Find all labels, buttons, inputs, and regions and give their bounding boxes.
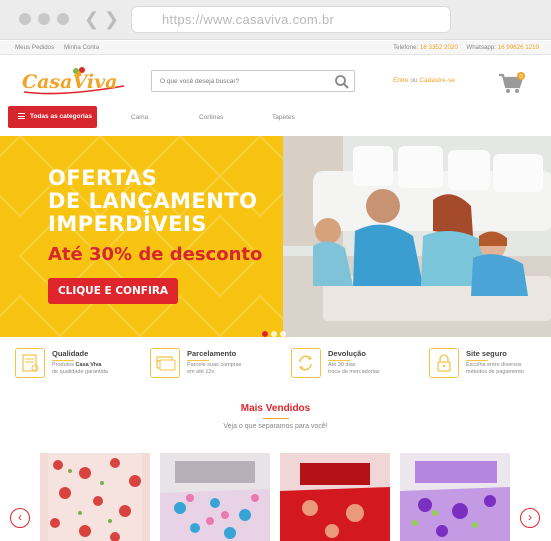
login-register: Entre ou Cadastre-se (393, 77, 455, 84)
login-link[interactable]: Entre (393, 77, 409, 84)
product-card[interactable] (280, 453, 390, 541)
svg-text:CasaViva: CasaViva (22, 71, 117, 93)
menu-icon (18, 113, 25, 120)
all-categories-label: Todas as categorias (30, 113, 93, 120)
search-icon[interactable] (334, 74, 350, 90)
carousel-prev-button[interactable]: ‹ (10, 508, 30, 528)
search-box[interactable]: O que você deseja buscar? (151, 70, 355, 92)
carousel-dot-1[interactable] (262, 331, 268, 337)
product-image-floral-curtain (40, 453, 150, 541)
whatsapp-number: 16 99626 1219 (497, 44, 539, 51)
feature-title: Site seguro (466, 349, 507, 361)
best-sellers-subtitle: Veja o que separamos para você! (223, 423, 328, 430)
chevron-left-icon: ‹ (18, 510, 22, 524)
hero-cta-button[interactable]: CLIQUE E CONFIRA (48, 278, 178, 304)
carousel-dot-2[interactable] (271, 331, 277, 337)
product-image-purple-bedspread (400, 453, 510, 541)
top-info-bar: Meus Pedidos Minha Conta Telefone: 16 33… (0, 41, 551, 55)
all-categories-button[interactable]: Todas as categorias (8, 106, 97, 128)
product-card[interactable] (160, 453, 270, 541)
casaviva-logo[interactable]: CasaViva (20, 66, 130, 96)
credit-card-icon (150, 348, 180, 378)
hero-title: OFERTAS DE LANÇAMENTO IMPERDÍVEIS (48, 167, 257, 236)
url-bar[interactable]: https://www.casaviva.com.br (131, 6, 451, 33)
hero-title-line-3: IMPERDÍVEIS (48, 212, 207, 236)
back-arrow-icon[interactable]: ❮ (84, 10, 99, 28)
cart-icon: 0 (499, 72, 525, 93)
phone-number: 16 3352 2020 (419, 44, 458, 51)
forward-arrow-icon[interactable]: ❯ (104, 10, 119, 28)
feature-desc: Produtos Casa Viva de qualidade garantida (52, 362, 108, 375)
browser-chrome: ❮ ❯ https://www.casaviva.com.br (0, 0, 551, 40)
chevron-right-icon: › (528, 510, 532, 524)
product-card[interactable] (40, 453, 150, 541)
window-minimize-dot[interactable] (38, 13, 50, 25)
nav-item-cama[interactable]: Cama (131, 114, 148, 121)
refresh-icon (291, 348, 321, 378)
window-close-dot[interactable] (19, 13, 31, 25)
best-sellers-title: Mais Vendidos (240, 403, 311, 414)
product-image-red-bedspread (280, 453, 390, 541)
my-account-link[interactable]: Minha Conta (64, 44, 99, 51)
register-link[interactable]: Cadastre-se (419, 77, 454, 84)
phone-label: Telefone: (393, 44, 419, 51)
certificate-icon (15, 348, 45, 378)
hero-subtitle: Até 30% de desconto (48, 244, 263, 265)
login-separator: ou (410, 77, 418, 84)
feature-title: Qualidade (52, 349, 89, 361)
window-maximize-dot[interactable] (57, 13, 69, 25)
feature-desc: Parcele suas compras em até 12x (187, 362, 242, 375)
feature-desc: Até 30 dias troca de mercadorias (328, 362, 380, 375)
cart-button[interactable]: 0 (497, 71, 527, 95)
nav-item-cortinas[interactable]: Cortinas (199, 114, 223, 121)
nav-item-tapetes[interactable]: Tapetes (272, 114, 295, 121)
search-placeholder: O que você deseja buscar? (160, 78, 240, 85)
lock-icon (429, 348, 459, 378)
feature-desc: Escolha entre diversos métodos de pagamen… (466, 362, 524, 375)
carousel-dots (262, 324, 289, 342)
feature-title: Parcelamento (187, 349, 237, 361)
whatsapp-label: Whatsapp: (466, 44, 496, 51)
title-underline (263, 418, 289, 419)
feature-title: Devolução (328, 349, 366, 361)
hero-title-line-2: DE LANÇAMENTO (48, 189, 258, 213)
hero-title-line-1: OFERTAS (48, 166, 158, 190)
product-image-floral-bedspread (160, 453, 270, 541)
product-card[interactable] (400, 453, 510, 541)
my-orders-link[interactable]: Meus Pedidos (15, 44, 54, 51)
hero-family-photo (283, 136, 551, 337)
carousel-next-button[interactable]: › (520, 508, 540, 528)
carousel-dot-3[interactable] (280, 331, 286, 337)
features-row: Qualidade Produtos Casa Viva de qualidade… (0, 345, 551, 385)
